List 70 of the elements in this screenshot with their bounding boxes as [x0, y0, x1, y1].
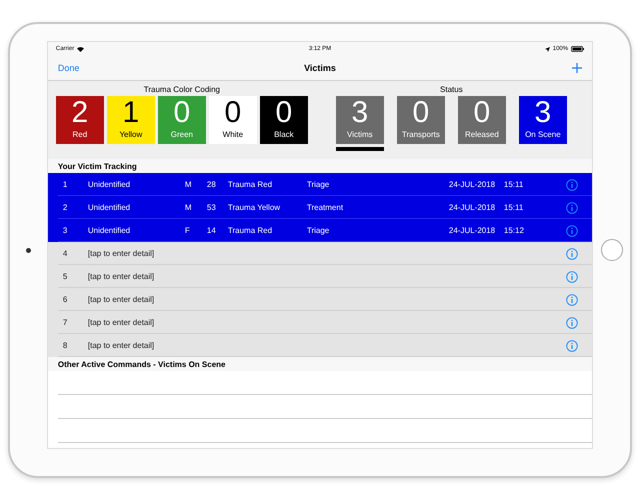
section-header: Other Active Commands - Victims On Scene	[48, 357, 592, 371]
info-icon[interactable]	[566, 316, 578, 328]
empty-row[interactable]: 7 [tap to enter detail]	[48, 311, 592, 334]
trauma-level: Trauma Yellow	[228, 203, 282, 212]
entry-date: 24-JUL-2018	[448, 180, 496, 189]
victim-age: 53	[206, 203, 217, 212]
victim-row[interactable]: 3 Unidentified F 14 Trauma Red Triage 24-JUL-2018 15:12	[48, 219, 592, 242]
victim-name: Unidentified	[88, 180, 132, 189]
victim-sex: F	[184, 226, 191, 235]
entry-date: 24-JUL-2018	[448, 226, 496, 235]
placeholder-text: [tap to enter detail]	[88, 249, 156, 258]
victim-name: Unidentified	[88, 203, 132, 212]
camera-dot	[26, 248, 31, 252]
empty-row[interactable]: 8 [tap to enter detail]	[48, 334, 592, 357]
victim-name: Unidentified	[88, 226, 132, 235]
trauma-tile[interactable]: 0 Black	[260, 96, 308, 144]
empty-row[interactable]: 6 [tap to enter detail]	[48, 288, 592, 311]
status-tile[interactable]: 0 Transports	[396, 96, 445, 144]
location-arrow-icon	[544, 46, 550, 52]
care-stage: Triage	[306, 226, 330, 235]
done-button[interactable]: Done	[58, 63, 80, 73]
trauma-tile[interactable]: 1 Yellow	[106, 96, 155, 144]
victim-row[interactable]: 1 Unidentified M 28 Trauma Red Triage 24-JUL-2018 15:11	[48, 173, 592, 196]
victim-sex: M	[184, 180, 193, 189]
status-tile[interactable]: 3 On Scene	[518, 96, 567, 144]
row-number: 6	[62, 295, 68, 304]
empty-row[interactable]: 4 [tap to enter detail]	[48, 242, 592, 265]
trauma-tile[interactable]: 0 White	[208, 96, 257, 144]
row-number: 7	[62, 318, 68, 327]
row-number: 8	[62, 341, 68, 350]
victim-row[interactable]: 2 Unidentified M 53 Trauma Yellow Treatment 24-JUL-2018 15:11	[48, 196, 592, 219]
info-icon[interactable]	[566, 178, 578, 190]
row-number: 5	[62, 272, 68, 281]
status-tile[interactable]: 0 Released	[458, 96, 506, 144]
nav-title: Victims	[304, 63, 336, 73]
victim-age: 14	[206, 226, 217, 235]
group-title: Trauma Color Coding	[144, 85, 220, 94]
placeholder-text: [tap to enter detail]	[88, 341, 156, 350]
row-number: 3	[62, 226, 68, 235]
info-icon[interactable]	[566, 202, 578, 214]
info-icon[interactable]	[566, 248, 578, 260]
add-icon[interactable]	[572, 63, 582, 73]
row-number: 4	[62, 249, 68, 258]
wifi-icon	[77, 46, 84, 52]
placeholder-text: [tap to enter detail]	[88, 272, 156, 281]
care-stage: Triage	[306, 180, 330, 189]
info-icon[interactable]	[566, 294, 578, 306]
section-header: Your Victim Tracking	[48, 159, 592, 173]
entry-time: 15:11	[504, 180, 524, 189]
info-icon[interactable]	[566, 224, 578, 236]
trauma-level: Trauma Red	[228, 226, 274, 235]
placeholder-text: [tap to enter detail]	[88, 295, 156, 304]
empty-row[interactable]: 5 [tap to enter detail]	[48, 265, 592, 288]
victim-sex: M	[184, 203, 193, 212]
info-icon[interactable]	[566, 340, 578, 352]
home-button[interactable]	[600, 239, 623, 261]
battery-icon	[571, 46, 584, 52]
status-tile[interactable]: 3 Victims	[336, 96, 384, 144]
row-number: 1	[62, 180, 68, 189]
victim-age: 28	[206, 180, 217, 189]
entry-time: 15:11	[504, 203, 524, 212]
row-number: 2	[62, 203, 68, 212]
group-title: Status	[440, 85, 463, 94]
placeholder-text: [tap to enter detail]	[88, 318, 156, 327]
care-stage: Treatment	[306, 203, 344, 212]
trauma-tile[interactable]: 2 Red	[56, 96, 104, 144]
entry-date: 24-JUL-2018	[448, 203, 496, 212]
trauma-level: Trauma Red	[228, 180, 274, 189]
info-icon[interactable]	[566, 270, 578, 282]
entry-time: 15:12	[504, 226, 525, 235]
